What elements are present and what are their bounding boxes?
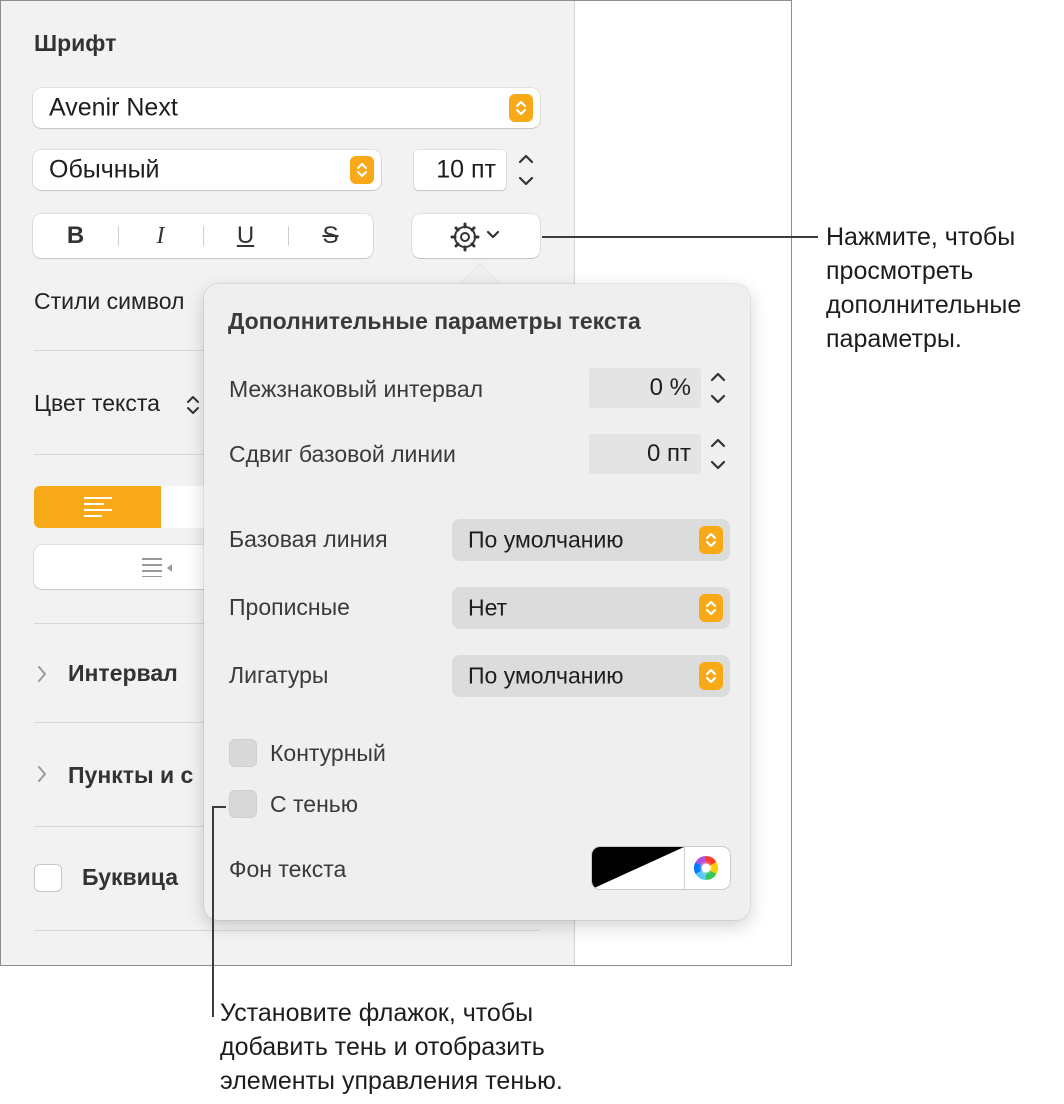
ligatures-value: По умолчанию xyxy=(468,662,624,689)
chevron-updown-icon xyxy=(699,594,723,622)
spacing-section[interactable]: Интервал xyxy=(68,660,178,687)
baseline-popup[interactable]: По умолчанию xyxy=(452,519,730,561)
align-center-button[interactable] xyxy=(161,486,206,528)
baseline-value: По умолчанию xyxy=(468,526,624,553)
align-left-button[interactable] xyxy=(34,486,161,528)
chevron-updown-icon xyxy=(699,662,723,690)
text-background-label: Фон текста xyxy=(229,856,347,882)
text-style-buttons: B I U S xyxy=(33,214,373,258)
divider xyxy=(34,454,206,455)
char-spacing-value: 0 % xyxy=(649,374,691,401)
callout-line xyxy=(212,806,214,1017)
font-family-popup[interactable]: Avenir Next xyxy=(33,88,540,128)
underline-button[interactable]: U xyxy=(203,214,288,258)
color-swatch[interactable] xyxy=(592,847,684,889)
font-size-field[interactable]: 10 пт xyxy=(414,150,506,190)
chevron-right-icon[interactable] xyxy=(36,664,48,689)
bullets-section[interactable]: Пункты и с xyxy=(68,762,193,789)
caps-label: Прописные xyxy=(229,594,350,620)
shadow-label: С тенью xyxy=(270,791,359,817)
char-spacing-stepper[interactable] xyxy=(706,366,730,410)
chevron-down-icon xyxy=(486,228,500,247)
baseline-shift-label: Сдвиг базовой линии xyxy=(229,441,456,467)
caps-value: Нет xyxy=(468,594,508,621)
font-style-value: Обычный xyxy=(49,155,160,184)
shadow-callout: Установите флажок, чтобы добавить тень и… xyxy=(220,999,563,1095)
callout-line xyxy=(542,236,818,238)
align-left-icon xyxy=(84,496,112,523)
text-color-label: Цвет текста xyxy=(34,390,160,416)
gear-callout: Нажмите, чтобы просмотреть дополнительны… xyxy=(826,223,1022,353)
advanced-options-button[interactable] xyxy=(412,214,540,258)
color-wheel-icon[interactable] xyxy=(692,854,720,887)
bold-button[interactable]: B xyxy=(33,214,118,258)
ligatures-popup[interactable]: По умолчанию xyxy=(452,655,730,697)
font-size-value: 10 пт xyxy=(436,155,496,184)
chevron-updown-icon xyxy=(699,526,723,554)
divider xyxy=(34,350,206,351)
indent-decrease-icon xyxy=(142,557,174,582)
baseline-shift-field[interactable]: 0 пт xyxy=(589,434,701,474)
char-spacing-field[interactable]: 0 % xyxy=(589,368,701,408)
font-style-popup[interactable]: Обычный xyxy=(33,150,381,190)
font-section-header: Шрифт xyxy=(34,30,117,56)
drop-cap-label: Буквица xyxy=(82,864,179,890)
outline-label: Контурный xyxy=(270,740,386,766)
text-background-color-well[interactable] xyxy=(592,847,730,889)
shadow-checkbox[interactable] xyxy=(229,790,257,818)
chevron-updown-icon xyxy=(350,156,374,184)
caps-popup[interactable]: Нет xyxy=(452,587,730,629)
divider xyxy=(34,826,206,827)
drop-cap-checkbox[interactable] xyxy=(34,864,62,892)
outline-checkbox[interactable] xyxy=(229,739,257,767)
chevron-updown-icon[interactable] xyxy=(184,390,202,425)
gear-icon xyxy=(450,222,480,257)
callout-line xyxy=(212,806,226,808)
divider xyxy=(34,930,540,931)
character-styles-label: Стили символ xyxy=(34,288,185,314)
chevron-right-icon[interactable] xyxy=(36,764,48,789)
baseline-shift-value: 0 пт xyxy=(646,440,691,467)
baseline-shift-stepper[interactable] xyxy=(706,432,730,476)
font-family-value: Avenir Next xyxy=(49,93,178,122)
font-size-stepper[interactable] xyxy=(514,148,538,192)
popover-title: Дополнительные параметры текста xyxy=(228,308,641,334)
chevron-updown-icon xyxy=(509,94,533,122)
strikethrough-button[interactable]: S xyxy=(288,214,373,258)
ligatures-label: Лигатуры xyxy=(229,662,329,688)
char-spacing-label: Межзнаковый интервал xyxy=(229,376,484,402)
italic-button[interactable]: I xyxy=(118,214,203,258)
divider xyxy=(34,623,206,624)
baseline-label: Базовая линия xyxy=(229,526,388,552)
divider xyxy=(34,722,206,723)
